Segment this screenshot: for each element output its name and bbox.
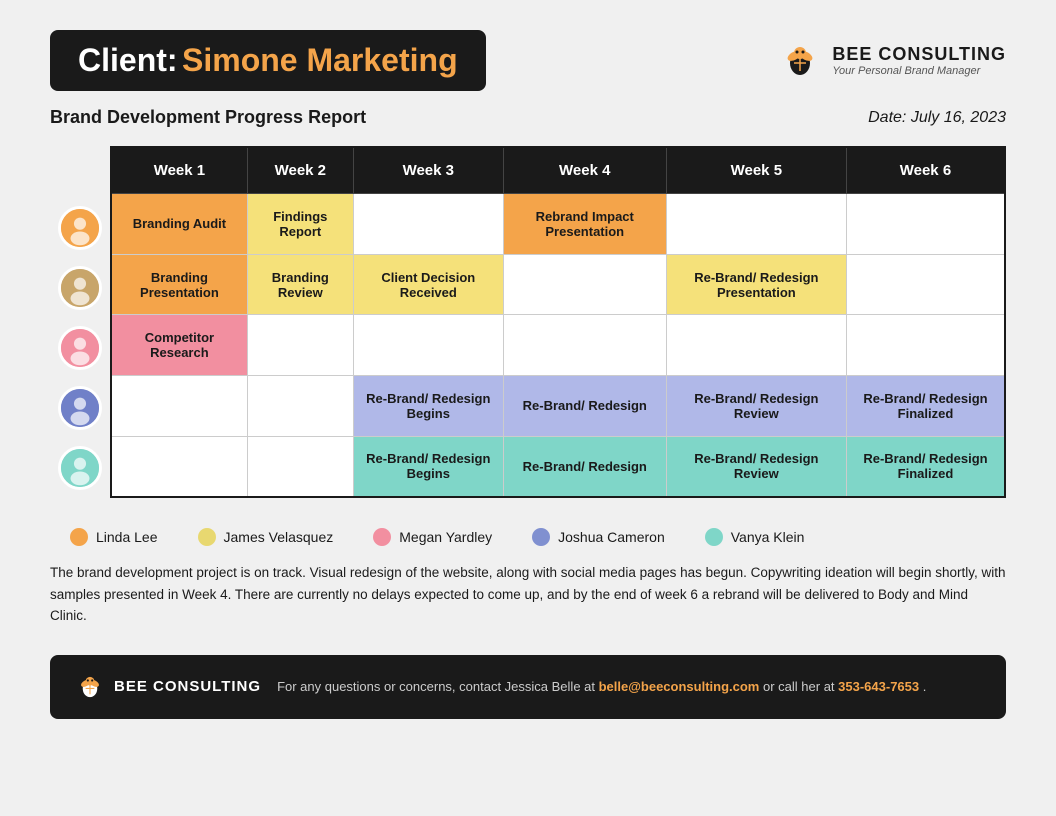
cell-r3-c4 bbox=[503, 315, 666, 376]
cell-r3-c3 bbox=[353, 315, 503, 376]
cell-r3-c2 bbox=[247, 315, 353, 376]
table-container: Week 1Week 2Week 3Week 4Week 5Week 6 Bra… bbox=[50, 146, 1006, 498]
table-row-1: Branding AuditFindings Report Rebrand Imp… bbox=[111, 194, 1005, 255]
bee-logo-icon bbox=[778, 39, 822, 83]
footer-text-middle: or call her at bbox=[763, 679, 838, 694]
cell-r1-c2: Findings Report bbox=[247, 194, 353, 255]
logo-area: BEE CONSULTING Your Personal Brand Manag… bbox=[778, 39, 1006, 83]
footer-phone: 353-643-7653 bbox=[838, 679, 919, 694]
week-header-1: Week 1 bbox=[111, 147, 247, 194]
footer-company-name: BEE CONSULTING bbox=[114, 678, 261, 695]
logo-text: BEE CONSULTING Your Personal Brand Manag… bbox=[832, 44, 1006, 77]
cell-r4-c1 bbox=[111, 376, 247, 437]
legend-label-3: Megan Yardley bbox=[399, 529, 492, 545]
cell-r4-c4: Re-Brand/ Redesign bbox=[503, 376, 666, 437]
week-header-3: Week 3 bbox=[353, 147, 503, 194]
legend-item-4: Joshua Cameron bbox=[532, 528, 665, 546]
cell-r1-c5 bbox=[666, 194, 846, 255]
legend-dot-2 bbox=[198, 528, 216, 546]
legend-dot-3 bbox=[373, 528, 391, 546]
cell-r2-c4 bbox=[503, 254, 666, 315]
week-header-2: Week 2 bbox=[247, 147, 353, 194]
cell-r4-c3: Re-Brand/ Redesign Begins bbox=[353, 376, 503, 437]
legend-label-5: Vanya Klein bbox=[731, 529, 805, 545]
schedule-table: Week 1Week 2Week 3Week 4Week 5Week 6 Bra… bbox=[110, 146, 1006, 498]
avatar-5 bbox=[58, 446, 102, 490]
cell-r3-c6 bbox=[846, 315, 1005, 376]
cell-r3-c5 bbox=[666, 315, 846, 376]
page: Client: Simone Marketing BEE CONSULTING … bbox=[0, 0, 1056, 816]
week-header-4: Week 4 bbox=[503, 147, 666, 194]
legend-label-1: Linda Lee bbox=[96, 529, 158, 545]
footer-bee-icon bbox=[74, 671, 106, 703]
avatar-cell-1 bbox=[50, 198, 110, 258]
legend-label-2: James Velasquez bbox=[224, 529, 334, 545]
cell-r5-c5: Re-Brand/ Redesign Review bbox=[666, 436, 846, 497]
legend-label-4: Joshua Cameron bbox=[558, 529, 665, 545]
cell-r5-c2 bbox=[247, 436, 353, 497]
legend-item-2: James Velasquez bbox=[198, 528, 334, 546]
legend-dot-4 bbox=[532, 528, 550, 546]
table-row-2: Branding PresentationBranding ReviewClie… bbox=[111, 254, 1005, 315]
client-name: Simone Marketing bbox=[182, 42, 458, 78]
footer: BEE CONSULTING For any questions or conc… bbox=[50, 655, 1006, 719]
cell-r2-c2: Branding Review bbox=[247, 254, 353, 315]
avatar-3 bbox=[58, 326, 102, 370]
avatar-cell-2 bbox=[50, 258, 110, 318]
legend-item-3: Megan Yardley bbox=[373, 528, 492, 546]
table-row-3: Competitor Research bbox=[111, 315, 1005, 376]
cell-r1-c1: Branding Audit bbox=[111, 194, 247, 255]
avatars-column bbox=[50, 198, 110, 498]
legend-item-5: Vanya Klein bbox=[705, 528, 805, 546]
subtitle-row: Brand Development Progress Report Date: … bbox=[50, 107, 1006, 128]
client-label: Client: bbox=[78, 42, 178, 78]
table-row-5: Re-Brand/ Redesign BeginsRe-Brand/ Redes… bbox=[111, 436, 1005, 497]
cell-r1-c6 bbox=[846, 194, 1005, 255]
cell-r2-c1: Branding Presentation bbox=[111, 254, 247, 315]
report-title: Brand Development Progress Report bbox=[50, 107, 366, 128]
cell-r2-c5: Re-Brand/ Redesign Presentation bbox=[666, 254, 846, 315]
legend: Linda Lee James Velasquez Megan Yardley Jos… bbox=[50, 528, 1006, 546]
cell-r5-c4: Re-Brand/ Redesign bbox=[503, 436, 666, 497]
cell-r4-c5: Re-Brand/ Redesign Review bbox=[666, 376, 846, 437]
client-title-box: Client: Simone Marketing bbox=[50, 30, 486, 91]
cell-r5-c6: Re-Brand/ Redesign Finalized bbox=[846, 436, 1005, 497]
footer-logo: BEE CONSULTING bbox=[74, 671, 261, 703]
legend-item-1: Linda Lee bbox=[70, 528, 158, 546]
avatar-cell-4 bbox=[50, 378, 110, 438]
cell-r2-c6 bbox=[846, 254, 1005, 315]
logo-company-name: BEE CONSULTING bbox=[832, 44, 1006, 65]
cell-r1-c4: Rebrand Impact Presentation bbox=[503, 194, 666, 255]
description-text: The brand development project is on trac… bbox=[50, 562, 1006, 627]
date-label: Date: July 16, 2023 bbox=[868, 109, 1006, 127]
avatar-cell-3 bbox=[50, 318, 110, 378]
week-header-6: Week 6 bbox=[846, 147, 1005, 194]
cell-r1-c3 bbox=[353, 194, 503, 255]
table-row-4: Re-Brand/ Redesign BeginsRe-Brand/ Redes… bbox=[111, 376, 1005, 437]
logo-tagline: Your Personal Brand Manager bbox=[832, 65, 1006, 77]
cell-r5-c3: Re-Brand/ Redesign Begins bbox=[353, 436, 503, 497]
cell-r2-c3: Client Decision Received bbox=[353, 254, 503, 315]
avatar-cell-5 bbox=[50, 438, 110, 498]
footer-text: For any questions or concerns, contact J… bbox=[277, 679, 926, 694]
avatar-4 bbox=[58, 386, 102, 430]
week-header-5: Week 5 bbox=[666, 147, 846, 194]
avatar-2 bbox=[58, 266, 102, 310]
header: Client: Simone Marketing BEE CONSULTING … bbox=[50, 30, 1006, 91]
cell-r4-c6: Re-Brand/ Redesign Finalized bbox=[846, 376, 1005, 437]
cell-r5-c1 bbox=[111, 436, 247, 497]
footer-text-after: . bbox=[923, 679, 927, 694]
avatar-1 bbox=[58, 206, 102, 250]
footer-email[interactable]: belle@beeconsulting.com bbox=[599, 679, 760, 694]
legend-dot-5 bbox=[705, 528, 723, 546]
footer-text-before: For any questions or concerns, contact J… bbox=[277, 679, 599, 694]
cell-r4-c2 bbox=[247, 376, 353, 437]
cell-r3-c1: Competitor Research bbox=[111, 315, 247, 376]
legend-dot-1 bbox=[70, 528, 88, 546]
